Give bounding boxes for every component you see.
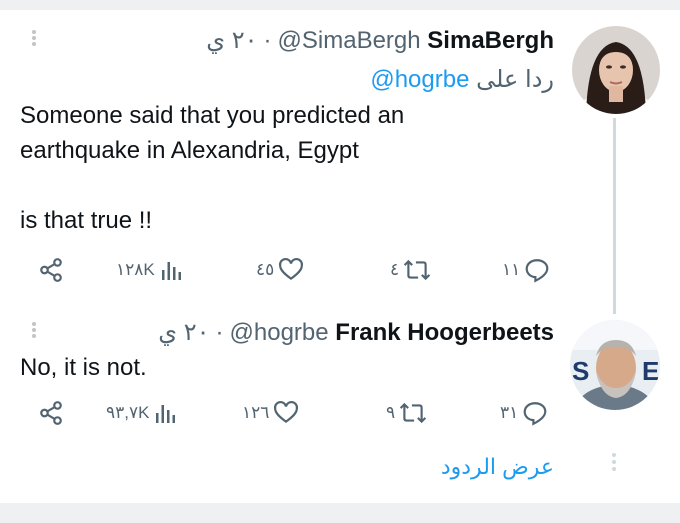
retweets-count: ٤ bbox=[390, 260, 400, 279]
retweet-button[interactable]: ٩ bbox=[386, 398, 427, 428]
bottom-divider bbox=[0, 503, 680, 523]
reply-button[interactable]: ١١ bbox=[502, 255, 550, 285]
views-button[interactable]: ١٢٨K bbox=[116, 255, 183, 285]
avatar-letter: S bbox=[572, 356, 589, 386]
views-button[interactable]: ٩٣,٧K bbox=[106, 398, 177, 428]
analytics-icon bbox=[156, 405, 176, 423]
share-icon bbox=[40, 401, 62, 425]
avatar[interactable]: S E bbox=[570, 320, 660, 410]
replying-to: @hogrbe ردا على bbox=[370, 65, 554, 94]
tweet-text: No, it is not. bbox=[20, 354, 147, 381]
separator-dot: · bbox=[263, 27, 272, 54]
tweet-frank-hoogerbeets[interactable]: S E ٢٠ ي · @hogrbe Frank Hoogerbeets No, i… bbox=[0, 310, 680, 503]
tweet-simabergh[interactable]: ٢٠ ي · @SimaBergh SimaBergh @hogrbe ردا عل… bbox=[0, 10, 680, 310]
reply-icon bbox=[525, 259, 549, 283]
thread-view: ٢٠ ي · @SimaBergh SimaBergh @hogrbe ردا عل… bbox=[0, 0, 680, 523]
like-button[interactable]: ١٢٦ bbox=[242, 398, 299, 428]
user-handle[interactable]: @SimaBergh bbox=[278, 27, 421, 54]
tweet-header: ٢٠ ي · @SimaBergh SimaBergh bbox=[206, 26, 554, 55]
more-options-icon[interactable] bbox=[30, 28, 38, 48]
heart-icon bbox=[279, 257, 304, 280]
avatar-letter: E bbox=[642, 356, 659, 386]
tweet-actions: ٩٣,٧K ١٢٦ ٩ ٣١ bbox=[20, 398, 560, 428]
heart-icon bbox=[274, 400, 299, 423]
separator-dot: · bbox=[215, 319, 224, 346]
tweet-time[interactable]: ٢٠ ي bbox=[158, 319, 209, 346]
reply-icon bbox=[523, 402, 547, 426]
replies-count: ١١ bbox=[502, 260, 521, 279]
tweet-header: ٢٠ ي · @hogrbe Frank Hoogerbeets bbox=[158, 318, 554, 347]
share-button[interactable] bbox=[38, 255, 64, 285]
show-replies-link[interactable]: عرض الردود bbox=[441, 454, 554, 480]
likes-count: ٤٥ bbox=[256, 260, 275, 279]
retweet-button[interactable]: ٤ bbox=[390, 255, 431, 285]
like-button[interactable]: ٤٥ bbox=[256, 255, 304, 285]
likes-count: ١٢٦ bbox=[242, 403, 270, 422]
avatar[interactable] bbox=[572, 26, 660, 114]
retweets-count: ٩ bbox=[386, 403, 396, 422]
display-name[interactable]: Frank Hoogerbeets bbox=[335, 319, 554, 346]
replies-count: ٣١ bbox=[500, 403, 519, 422]
more-options-icon[interactable] bbox=[30, 320, 38, 340]
reply-label: ردا على bbox=[476, 66, 554, 93]
share-button[interactable] bbox=[38, 398, 64, 428]
tweet-time[interactable]: ٢٠ ي bbox=[206, 27, 257, 54]
top-divider bbox=[0, 0, 680, 10]
user-handle[interactable]: @hogrbe bbox=[230, 319, 329, 346]
thread-continuation-dots bbox=[611, 450, 617, 474]
views-count: ١٢٨K bbox=[116, 260, 155, 279]
reply-button[interactable]: ٣١ bbox=[500, 398, 548, 428]
tweet-text: Someone said that you predicted an earth… bbox=[20, 102, 405, 234]
thread-connector bbox=[613, 118, 616, 314]
display-name[interactable]: SimaBergh bbox=[427, 27, 554, 54]
retweet-icon bbox=[403, 259, 431, 281]
views-count: ٩٣,٧K bbox=[106, 403, 150, 422]
reply-mention-link[interactable]: @hogrbe bbox=[370, 66, 469, 93]
analytics-icon bbox=[161, 262, 181, 280]
share-icon bbox=[40, 258, 62, 282]
retweet-icon bbox=[399, 402, 427, 424]
tweet-actions: ١٢٨K ٤٥ ٤ ١١ bbox=[20, 255, 560, 285]
